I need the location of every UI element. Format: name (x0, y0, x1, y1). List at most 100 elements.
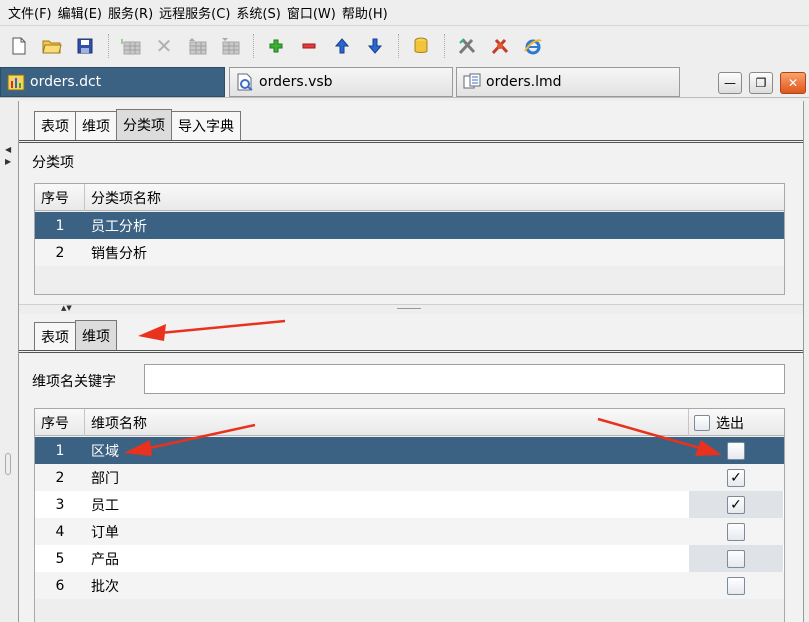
row-number: 2 (55, 469, 65, 486)
menu-window[interactable]: 窗口(W) (287, 3, 336, 22)
dimension-table: 序号 维项名称 选出 1 区域 2 部门 ✓ 3 员工 ✓ 4 订单 5 产品 … (34, 408, 785, 622)
ie-icon[interactable] (520, 33, 546, 59)
dictionary-file-icon (7, 73, 25, 91)
splitter-handle-icon[interactable] (397, 308, 421, 309)
tab-divider (19, 140, 803, 143)
table-row[interactable]: 1 区域 (35, 437, 784, 464)
column-header-no[interactable]: 序号 (35, 409, 85, 436)
close-icon: ✕ (787, 76, 799, 90)
table-row[interactable]: 6 批次 (35, 572, 784, 599)
tab-table-items[interactable]: 表项 (34, 322, 76, 351)
bottom-tab-bar: 表项 维项 (34, 320, 117, 351)
collapse-left-icon[interactable]: ◀ (5, 145, 11, 154)
dimension-keyword-input[interactable] (144, 364, 785, 394)
bug-icon[interactable] (487, 33, 513, 59)
tab-dimension-items[interactable]: 维项 (75, 320, 117, 351)
table-row[interactable]: 1 员工分析 (35, 212, 784, 239)
menu-help[interactable]: 帮助(H) (342, 3, 388, 22)
select-checkbox[interactable] (727, 441, 745, 460)
toolbar-separator (253, 34, 254, 58)
select-all-checkbox[interactable] (694, 414, 710, 431)
select-cell: ✓ (689, 491, 783, 518)
row-number: 5 (55, 550, 65, 567)
tab-dimension-items[interactable]: 维项 (75, 111, 117, 140)
add-icon[interactable] (263, 33, 289, 59)
restore-icon: ❐ (755, 76, 767, 90)
delete-icon[interactable]: ✕ (151, 33, 177, 59)
menu-service[interactable]: 服务(R) (108, 3, 153, 22)
splitter-grip-icon[interactable] (5, 453, 11, 475)
toolbar-separator (108, 34, 109, 58)
table-row[interactable]: 2 销售分析 (35, 239, 784, 266)
toolbar-separator (444, 34, 445, 58)
dimension-keyword-label: 维项名关键字 (32, 374, 116, 390)
move-up-icon[interactable] (329, 33, 355, 59)
column-header-dimension-name[interactable]: 维项名称 (85, 409, 689, 436)
row-number: 6 (55, 577, 65, 594)
select-cell: ✓ (689, 464, 783, 491)
doc-tab-label: orders.dct (30, 74, 102, 90)
row-number: 4 (55, 523, 65, 540)
tools-icon[interactable] (454, 33, 480, 59)
dimension-name: 产品 (91, 551, 119, 568)
doc-tab-label: orders.lmd (486, 74, 562, 90)
move-down-icon[interactable] (362, 33, 388, 59)
doc-tab-orders-vsb[interactable]: orders.vsb (229, 67, 453, 97)
restore-button[interactable]: ❐ (749, 72, 773, 94)
category-name: 员工分析 (91, 218, 147, 235)
table-up-icon[interactable] (184, 33, 210, 59)
splitter-up-down-icon[interactable]: ▲▼ (61, 304, 72, 312)
select-checkbox[interactable] (727, 576, 745, 595)
category-name: 销售分析 (91, 245, 147, 262)
table-row[interactable]: 4 订单 (35, 518, 784, 545)
column-header-category-name[interactable]: 分类项名称 (85, 184, 784, 211)
horizontal-splitter[interactable]: ▲▼ (19, 304, 803, 314)
select-cell (689, 572, 783, 599)
dimension-name: 员工 (91, 497, 119, 514)
remove-icon[interactable] (296, 33, 322, 59)
database-icon[interactable] (408, 33, 434, 59)
new-file-icon[interactable] (6, 33, 32, 59)
tab-divider (19, 350, 803, 353)
dimension-name: 区域 (91, 443, 119, 460)
tab-import-dictionary[interactable]: 导入字典 (171, 111, 241, 140)
category-table: 序号 分类项名称 1 员工分析 2 销售分析 (34, 183, 785, 295)
doc-tab-orders-lmd[interactable]: orders.lmd (456, 67, 680, 97)
top-tab-bar: 表项 维项 分类项 导入字典 (34, 109, 241, 140)
menu-bar: 文件(F) 编辑(E) 服务(R) 远程服务(C) 系统(S) 窗口(W) 帮助… (0, 0, 809, 26)
menu-system[interactable]: 系统(S) (236, 3, 280, 22)
select-checkbox[interactable]: ✓ (727, 495, 745, 514)
save-icon[interactable] (72, 33, 98, 59)
doc-tab-label: orders.vsb (259, 74, 333, 90)
select-cell (689, 437, 783, 464)
tab-table-items[interactable]: 表项 (34, 111, 76, 140)
toolbar-separator (398, 34, 399, 58)
table-row[interactable]: 2 部门 ✓ (35, 464, 784, 491)
tab-category-items[interactable]: 分类项 (116, 109, 172, 140)
table-icon[interactable] (118, 33, 144, 59)
select-checkbox[interactable] (727, 522, 745, 541)
dimension-table-header: 序号 维项名称 选出 (35, 409, 784, 436)
table-row[interactable]: 5 产品 (35, 545, 784, 572)
menu-edit[interactable]: 编辑(E) (58, 3, 102, 22)
table-down-icon[interactable] (217, 33, 243, 59)
menu-remote-service[interactable]: 远程服务(C) (159, 3, 230, 22)
column-header-select[interactable]: 选出 (689, 409, 784, 436)
toolbar: ✕ (0, 27, 809, 65)
column-header-no[interactable]: 序号 (35, 184, 85, 211)
doc-tab-orders-dct[interactable]: orders.dct (0, 67, 225, 97)
close-button[interactable]: ✕ (780, 72, 806, 94)
left-collapse-strip[interactable]: ◀ ▶ (0, 101, 18, 622)
minimize-icon: — (724, 76, 736, 90)
row-number: 1 (55, 442, 65, 459)
expand-right-icon[interactable]: ▶ (5, 157, 11, 166)
row-number: 3 (55, 496, 65, 513)
dimension-name: 订单 (91, 524, 119, 541)
dimension-name: 批次 (91, 578, 119, 595)
select-checkbox[interactable] (727, 549, 745, 568)
open-folder-icon[interactable] (39, 33, 65, 59)
select-checkbox[interactable]: ✓ (727, 468, 745, 487)
table-row[interactable]: 3 员工 ✓ (35, 491, 784, 518)
minimize-button[interactable]: — (718, 72, 742, 94)
menu-file[interactable]: 文件(F) (8, 3, 52, 22)
